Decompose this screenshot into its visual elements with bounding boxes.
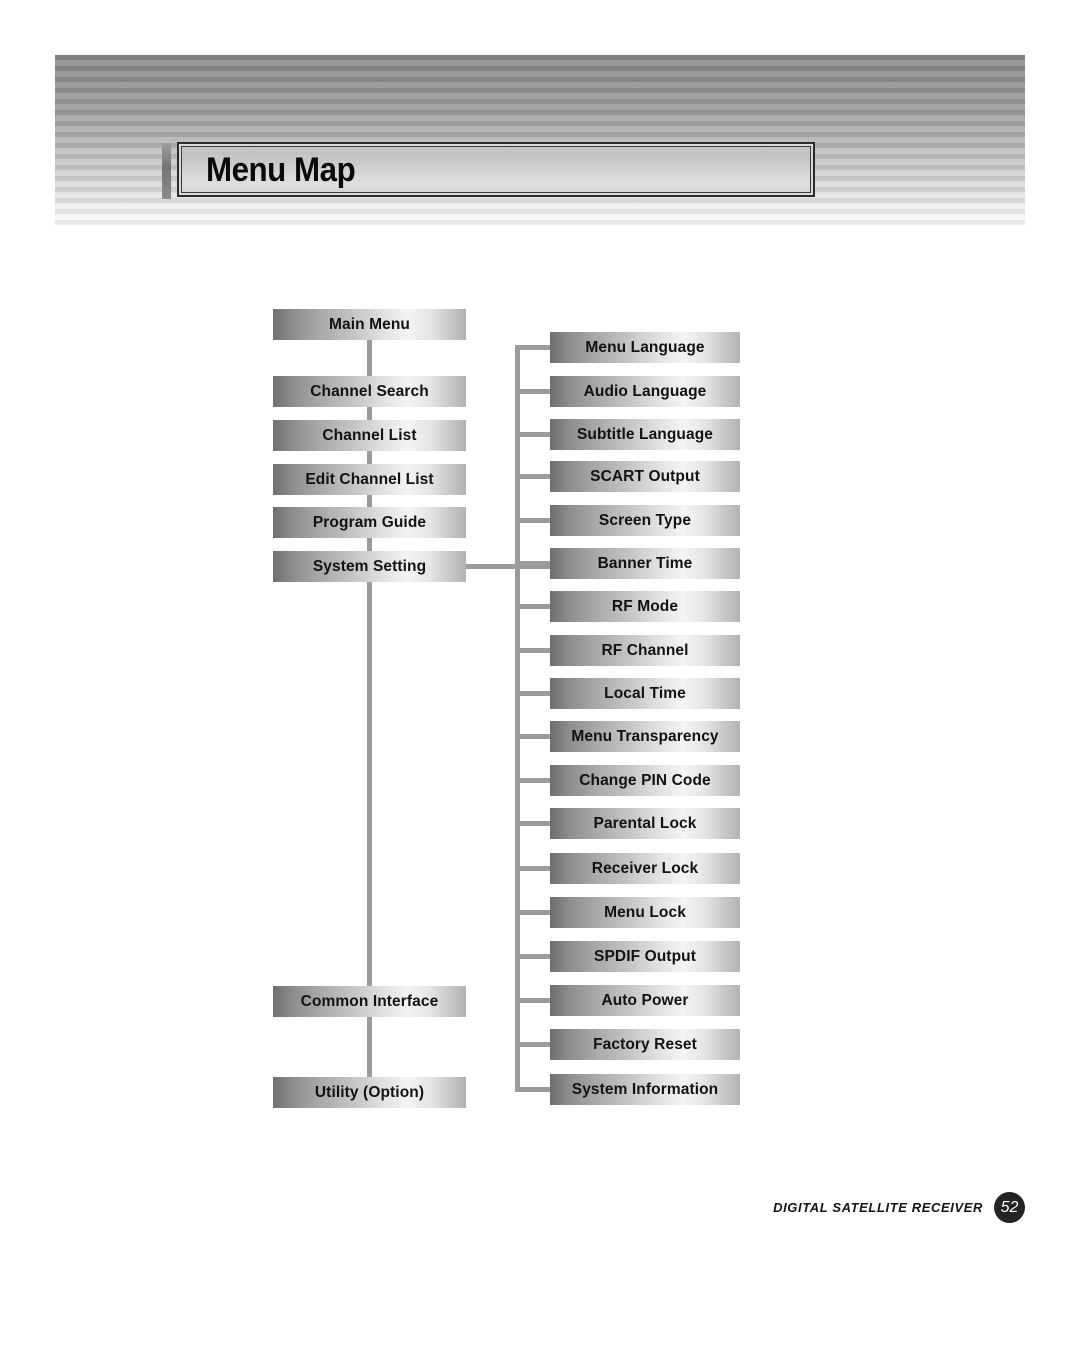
node-parental-lock[interactable]: Parental Lock bbox=[550, 808, 740, 839]
node-local-time[interactable]: Local Time bbox=[550, 678, 740, 709]
submenu-stub bbox=[515, 1087, 555, 1092]
node-rf-channel[interactable]: RF Channel bbox=[550, 635, 740, 666]
node-menu-lock[interactable]: Menu Lock bbox=[550, 897, 740, 928]
menu-map-diagram: Main Menu Channel Search Channel List Ed… bbox=[0, 0, 1080, 1363]
node-edit-channel-list[interactable]: Edit Channel List bbox=[273, 464, 466, 495]
submenu-stub bbox=[515, 604, 555, 609]
submenu-stub bbox=[515, 866, 555, 871]
node-subtitle-language[interactable]: Subtitle Language bbox=[550, 419, 740, 450]
node-banner-time[interactable]: Banner Time bbox=[550, 548, 740, 579]
node-utility-option[interactable]: Utility (Option) bbox=[273, 1077, 466, 1108]
node-rf-mode[interactable]: RF Mode bbox=[550, 591, 740, 622]
submenu-stub bbox=[515, 345, 555, 350]
node-system-information[interactable]: System Information bbox=[550, 1074, 740, 1105]
submenu-stub bbox=[515, 432, 555, 437]
node-main-menu[interactable]: Main Menu bbox=[273, 309, 466, 340]
submenu-trunk bbox=[515, 345, 520, 1090]
submenu-stub bbox=[515, 734, 555, 739]
submenu-stub bbox=[515, 518, 555, 523]
node-screen-type[interactable]: Screen Type bbox=[550, 505, 740, 536]
node-change-pin-code[interactable]: Change PIN Code bbox=[550, 765, 740, 796]
submenu-stub bbox=[515, 954, 555, 959]
submenu-stub bbox=[515, 648, 555, 653]
node-channel-search[interactable]: Channel Search bbox=[273, 376, 466, 407]
node-common-interface[interactable]: Common Interface bbox=[273, 986, 466, 1017]
footer: DIGITAL SATELLITE RECEIVER 52 bbox=[773, 1192, 1025, 1223]
submenu-stub bbox=[515, 821, 555, 826]
node-scart-output[interactable]: SCART Output bbox=[550, 461, 740, 492]
node-menu-transparency[interactable]: Menu Transparency bbox=[550, 721, 740, 752]
node-receiver-lock[interactable]: Receiver Lock bbox=[550, 853, 740, 884]
submenu-stub bbox=[515, 1042, 555, 1047]
submenu-stub bbox=[515, 691, 555, 696]
submenu-stub bbox=[515, 561, 555, 566]
node-system-setting[interactable]: System Setting bbox=[273, 551, 466, 582]
footer-product-label: DIGITAL SATELLITE RECEIVER bbox=[773, 1200, 983, 1215]
submenu-stub bbox=[515, 910, 555, 915]
page-number-badge: 52 bbox=[994, 1192, 1025, 1223]
node-channel-list[interactable]: Channel List bbox=[273, 420, 466, 451]
node-factory-reset[interactable]: Factory Reset bbox=[550, 1029, 740, 1060]
node-spdif-output[interactable]: SPDIF Output bbox=[550, 941, 740, 972]
submenu-stub bbox=[515, 474, 555, 479]
node-program-guide[interactable]: Program Guide bbox=[273, 507, 466, 538]
node-menu-language[interactable]: Menu Language bbox=[550, 332, 740, 363]
node-auto-power[interactable]: Auto Power bbox=[550, 985, 740, 1016]
submenu-stub bbox=[515, 389, 555, 394]
submenu-stub bbox=[515, 998, 555, 1003]
submenu-stub bbox=[515, 778, 555, 783]
node-audio-language[interactable]: Audio Language bbox=[550, 376, 740, 407]
